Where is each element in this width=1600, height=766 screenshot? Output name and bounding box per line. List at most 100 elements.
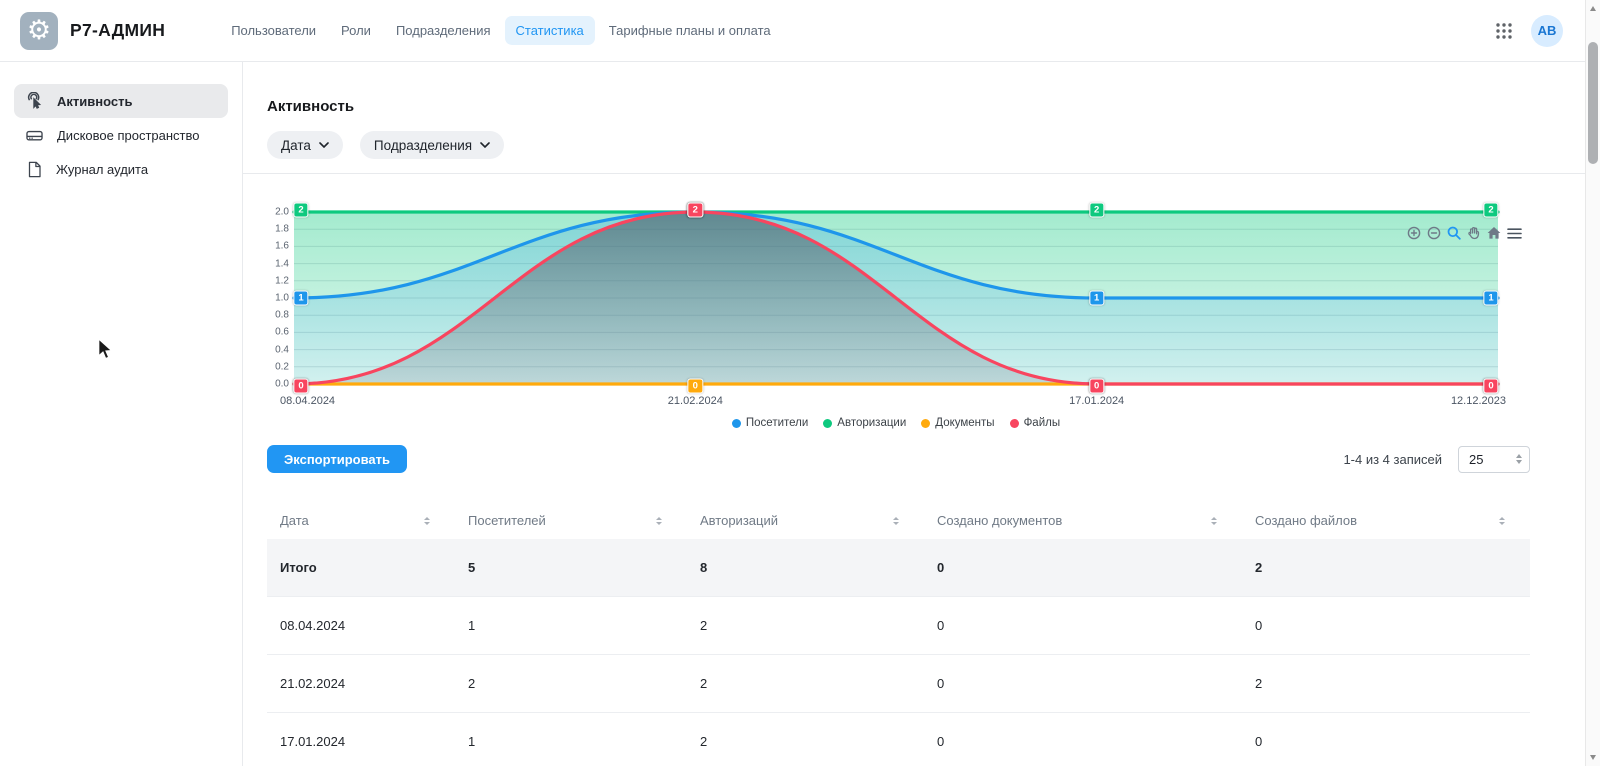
actions-row: Экспортировать 1-4 из 4 записей 25	[267, 445, 1576, 473]
scroll-down-icon[interactable]	[1590, 755, 1596, 760]
pan-icon[interactable]	[1467, 226, 1481, 240]
table-cell: 5	[455, 560, 687, 575]
apps-grid-icon[interactable]	[1495, 22, 1513, 40]
sort-icon[interactable]	[893, 517, 899, 525]
sidebar-item[interactable]: Журнал аудита	[14, 152, 228, 186]
y-axis-label: 0.6	[275, 327, 289, 338]
selection-zoom-icon[interactable]	[1447, 226, 1461, 240]
y-axis-label: 0.4	[275, 344, 289, 355]
sidebar-item[interactable]: Дисковое пространство	[14, 118, 228, 152]
sort-icon[interactable]	[424, 517, 430, 525]
filter-pill[interactable]: Дата	[267, 131, 343, 159]
table-cell: 0	[1242, 734, 1530, 749]
legend-item[interactable]: Авторизации	[823, 417, 906, 429]
data-point-badge: 0	[293, 379, 308, 394]
pagination-controls: 1-4 из 4 записей 25	[1343, 446, 1530, 473]
nav-item[interactable]: Роли	[330, 16, 382, 45]
column-header[interactable]: Авторизаций	[687, 513, 924, 528]
legend-label: Документы	[935, 417, 994, 429]
table-cell: 0	[924, 676, 1242, 691]
nav-item[interactable]: Подразделения	[385, 16, 502, 45]
gear-icon: ⚙	[27, 17, 51, 44]
menu-icon[interactable]	[1507, 227, 1522, 240]
table-total-row: Итого5802	[267, 539, 1530, 596]
table-cell: 2	[1242, 676, 1530, 691]
export-button[interactable]: Экспортировать	[267, 445, 407, 473]
table-cell: 8	[687, 560, 924, 575]
table-cell: 2	[1242, 560, 1530, 575]
table-cell: 2	[687, 618, 924, 633]
nav-item[interactable]: Тарифные планы и оплата	[598, 16, 782, 45]
table-cell: 1	[455, 734, 687, 749]
legend-dot-icon	[921, 419, 930, 428]
column-header[interactable]: Посетителей	[455, 513, 687, 528]
table-cell: 2	[455, 676, 687, 691]
column-header[interactable]: Дата	[267, 513, 455, 528]
page-size-select[interactable]: 25	[1458, 446, 1530, 473]
legend-item[interactable]: Документы	[921, 417, 994, 429]
sort-icon[interactable]	[656, 517, 662, 525]
chart-x-axis: 08.04.202421.02.202417.01.202412.12.2023	[294, 395, 1498, 408]
column-header-label: Создано документов	[937, 513, 1062, 528]
table-cell: Итого	[267, 560, 455, 575]
disk-icon	[25, 126, 44, 145]
chevron-down-icon	[319, 142, 329, 148]
nav-item[interactable]: Пользователи	[220, 16, 327, 45]
sidebar: Активность Дисковое пространство Журнал ау…	[0, 62, 243, 766]
column-header-label: Дата	[280, 513, 309, 528]
legend-dot-icon	[732, 419, 741, 428]
sidebar-item[interactable]: Активность	[14, 84, 228, 118]
chart-y-axis: 2.01.81.61.41.21.00.80.60.40.20.0	[267, 210, 294, 386]
chart-toolbar	[1407, 226, 1522, 240]
table-cell: 08.04.2024	[267, 618, 455, 633]
legend-item[interactable]: Файлы	[1010, 417, 1061, 429]
page-scrollbar[interactable]	[1585, 0, 1600, 766]
x-axis-label: 21.02.2024	[668, 395, 723, 407]
audit-log-icon	[25, 160, 43, 179]
x-axis-label: 17.01.2024	[1069, 395, 1124, 407]
app-logo: ⚙	[20, 12, 58, 50]
table-cell: 0	[924, 560, 1242, 575]
sidebar-item-label: Дисковое пространство	[57, 128, 200, 143]
zoom-in-icon[interactable]	[1407, 226, 1421, 240]
column-header-label: Авторизаций	[700, 513, 778, 528]
avatar[interactable]: АВ	[1531, 15, 1563, 47]
nav-item[interactable]: Статистика	[505, 16, 595, 45]
data-point-badge: 2	[293, 203, 308, 218]
legend-item[interactable]: Посетители	[732, 417, 808, 429]
data-point-badge: 0	[1089, 379, 1104, 394]
legend-label: Посетители	[746, 417, 808, 429]
x-axis-label: 08.04.2024	[280, 395, 335, 407]
column-header[interactable]: Создано файлов	[1242, 513, 1530, 528]
zoom-out-icon[interactable]	[1427, 226, 1441, 240]
data-point-badge: 0	[688, 379, 703, 394]
column-header[interactable]: Создано документов	[924, 513, 1242, 528]
page-title: Активность	[267, 98, 1576, 115]
chart-plot[interactable]: 2222121100000200	[294, 210, 1498, 386]
stepper-icon[interactable]	[1516, 454, 1522, 464]
y-axis-label: 1.0	[275, 293, 289, 304]
y-axis-label: 1.8	[275, 224, 289, 235]
scrollbar-thumb[interactable]	[1588, 42, 1598, 164]
sidebar-item-label: Журнал аудита	[56, 162, 148, 177]
table-row: 17.01.20241200	[267, 712, 1530, 766]
filter-label: Дата	[281, 138, 311, 153]
table-row: 21.02.20242202	[267, 654, 1530, 712]
scroll-up-icon[interactable]	[1590, 6, 1596, 11]
app-title: Р7-АДМИН	[70, 20, 165, 41]
table-cell: 1	[455, 618, 687, 633]
home-icon[interactable]	[1487, 226, 1501, 240]
sort-icon[interactable]	[1211, 517, 1217, 525]
main-content: Активность ДатаПодразделения 2.01.81.61.…	[243, 62, 1600, 766]
topbar-nav: ПользователиРолиПодразделенияСтатистикаТ…	[220, 16, 781, 45]
y-axis-label: 0.8	[275, 310, 289, 321]
table-cell: 0	[1242, 618, 1530, 633]
divider	[243, 173, 1600, 174]
filter-pill[interactable]: Подразделения	[360, 131, 504, 159]
data-point-badge: 1	[1483, 291, 1498, 306]
sidebar-item-label: Активность	[57, 94, 132, 109]
activity-chart: 2.01.81.61.41.21.00.80.60.40.20.0 222212…	[267, 210, 1576, 429]
y-axis-label: 0.0	[275, 379, 289, 390]
sort-icon[interactable]	[1499, 517, 1505, 525]
legend-label: Авторизации	[837, 417, 906, 429]
